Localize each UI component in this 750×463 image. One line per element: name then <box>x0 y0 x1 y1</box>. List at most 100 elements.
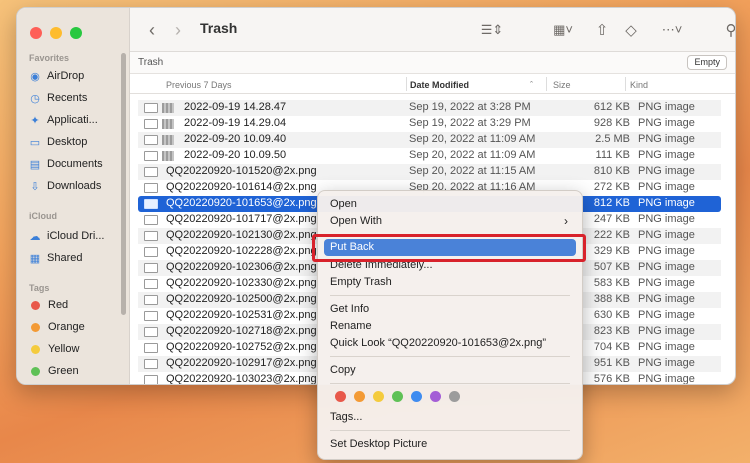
sidebar-item-icloud-drive[interactable]: ☁ iCloud Dri... <box>29 227 125 245</box>
sort-chevron-icon: ˆ <box>530 80 533 90</box>
group-button[interactable]: ▦˅ <box>548 20 578 40</box>
png-file-icon <box>144 359 158 369</box>
file-kind: PNG image <box>638 357 695 369</box>
green-tag-icon[interactable] <box>392 391 403 402</box>
yellow-tag-icon[interactable] <box>373 391 384 402</box>
menu-separator <box>330 356 570 357</box>
column-size[interactable]: Size <box>553 80 571 90</box>
ellipsis-icon: ⋯˅ <box>661 22 683 37</box>
column-date-modified[interactable]: Date Modified <box>410 80 469 90</box>
png-file-icon <box>144 263 158 273</box>
file-kind: PNG image <box>638 229 695 241</box>
file-size: 812 KB <box>593 197 630 209</box>
blue-tag-icon[interactable] <box>411 391 422 402</box>
list-view-icon: ☰⇕ <box>480 22 504 37</box>
orange-tag-icon[interactable] <box>354 391 365 402</box>
view-options-button[interactable]: ☰⇕ <box>475 20 509 40</box>
sidebar-item-label: Orange <box>48 321 85 333</box>
column-kind[interactable]: Kind <box>630 80 648 90</box>
blurred-thumbnail <box>162 119 174 129</box>
menu-item-copy[interactable]: Copy <box>324 362 576 379</box>
png-file-icon <box>144 119 158 129</box>
menu-item-set-desktop-picture[interactable]: Set Desktop Picture <box>324 436 576 453</box>
column-header: Previous 7 Days Date Modified ˆ Size Kin… <box>130 74 735 94</box>
share-icon: ⇧ <box>595 22 609 39</box>
sidebar-scrollbar[interactable] <box>121 53 126 315</box>
menu-item-quick-look[interactable]: Quick Look “QQ20220920-101653@2x.png” <box>324 335 576 352</box>
sidebar-item-applications[interactable]: ✦ Applicati... <box>29 111 125 129</box>
file-name: QQ20220920-101717@2x.png <box>166 213 317 225</box>
png-file-icon <box>144 343 158 353</box>
menu-item-empty-trash[interactable]: Empty Trash <box>324 274 576 291</box>
minimize-button[interactable] <box>50 27 62 39</box>
file-name: QQ20220920-102752@2x.png <box>166 341 317 353</box>
sidebar-item-tag-red[interactable]: Red <box>29 296 125 314</box>
shared-folder-icon: ▦ <box>29 252 41 265</box>
more-actions-button[interactable]: ⋯˅ <box>657 20 687 40</box>
file-row[interactable]: 2022-09-20 10.09.50 Sep 20, 2022 at 11:0… <box>138 148 721 164</box>
file-size: 951 KB <box>593 357 630 369</box>
sidebar-item-desktop[interactable]: ▭ Desktop <box>29 133 125 151</box>
file-name: QQ20220920-102228@2x.png <box>166 245 317 257</box>
menu-item-open-with[interactable]: Open With › <box>324 213 576 230</box>
back-button[interactable]: ‹ <box>144 20 160 40</box>
sidebar-item-shared[interactable]: ▦ Shared <box>29 249 125 267</box>
file-kind: PNG image <box>638 213 695 225</box>
file-kind: PNG image <box>638 181 695 193</box>
path-label: Trash <box>138 57 164 68</box>
column-divider <box>546 77 547 91</box>
path-bar: Trash Empty <box>130 52 735 74</box>
forward-button[interactable]: › <box>170 20 186 40</box>
sidebar-item-recents[interactable]: ◷ Recents <box>29 89 125 107</box>
file-name: QQ20220920-103023@2x.png <box>166 373 317 385</box>
menu-item-tags[interactable]: Tags... <box>324 409 576 426</box>
applications-icon: ✦ <box>30 114 40 127</box>
file-name: QQ20220920-101653@2x.png <box>166 197 317 209</box>
menu-item-get-info[interactable]: Get Info <box>324 301 576 318</box>
download-icon: ⇩ <box>30 180 40 193</box>
sidebar-item-tag-yellow[interactable]: Yellow <box>29 340 125 358</box>
close-button[interactable] <box>30 27 42 39</box>
cloud-icon: ☁ <box>29 230 41 243</box>
file-row[interactable]: 2022-09-19 14.29.04 Sep 19, 2022 at 3:29… <box>138 116 721 132</box>
file-row[interactable]: QQ20220920-101520@2x.png Sep 20, 2022 at… <box>138 164 721 180</box>
menu-separator <box>330 430 570 431</box>
file-row[interactable]: 2022-09-19 14.28.47 Sep 19, 2022 at 3:28… <box>138 100 721 116</box>
toolbar: ‹ › Trash ☰⇕ ▦˅ ⇧ ◇ ⋯˅ ⚲ <box>130 8 735 52</box>
sidebar-item-tag-orange[interactable]: Orange <box>29 318 125 336</box>
sidebar-item-documents[interactable]: ▤ Documents <box>29 155 125 173</box>
share-button[interactable]: ⇧ <box>593 20 611 40</box>
file-size: 810 KB <box>593 165 630 177</box>
sidebar-item-label: Downloads <box>47 180 102 192</box>
red-tag-icon[interactable] <box>335 391 346 402</box>
sidebar-item-label: Recents <box>47 92 88 104</box>
file-size: 576 KB <box>593 373 630 385</box>
search-button[interactable]: ⚲ <box>722 20 736 40</box>
column-name[interactable]: Previous 7 Days <box>166 80 232 90</box>
tag-icon: ◇ <box>625 22 637 39</box>
zoom-button[interactable] <box>70 27 82 39</box>
file-size: 704 KB <box>593 341 630 353</box>
empty-trash-button[interactable]: Empty <box>687 55 727 70</box>
sidebar-item-tag-green[interactable]: Green <box>29 362 125 380</box>
png-file-icon <box>144 135 158 145</box>
file-kind: PNG image <box>638 245 695 257</box>
sidebar-item-airdrop[interactable]: ◉ AirDrop <box>29 67 125 85</box>
file-kind: PNG image <box>638 277 695 289</box>
search-icon: ⚲ <box>725 22 736 39</box>
file-row[interactable]: 2022-09-20 10.09.40 Sep 20, 2022 at 11:0… <box>138 132 721 148</box>
file-size: 507 KB <box>593 261 630 273</box>
purple-tag-icon[interactable] <box>430 391 441 402</box>
gray-tag-icon[interactable] <box>449 391 460 402</box>
column-divider <box>625 77 626 91</box>
file-date: Sep 20, 2022 at 11:09 AM <box>409 149 536 161</box>
file-kind: PNG image <box>638 133 695 145</box>
menu-item-open[interactable]: Open <box>324 196 576 213</box>
sidebar-item-downloads[interactable]: ⇩ Downloads <box>29 177 125 195</box>
tag-button[interactable]: ◇ <box>622 20 640 40</box>
file-name: 2022-09-19 14.28.47 <box>184 101 287 113</box>
menu-item-rename[interactable]: Rename <box>324 318 576 335</box>
chevron-right-icon: › <box>564 214 568 228</box>
png-file-icon <box>144 247 158 257</box>
png-file-icon <box>144 327 158 337</box>
